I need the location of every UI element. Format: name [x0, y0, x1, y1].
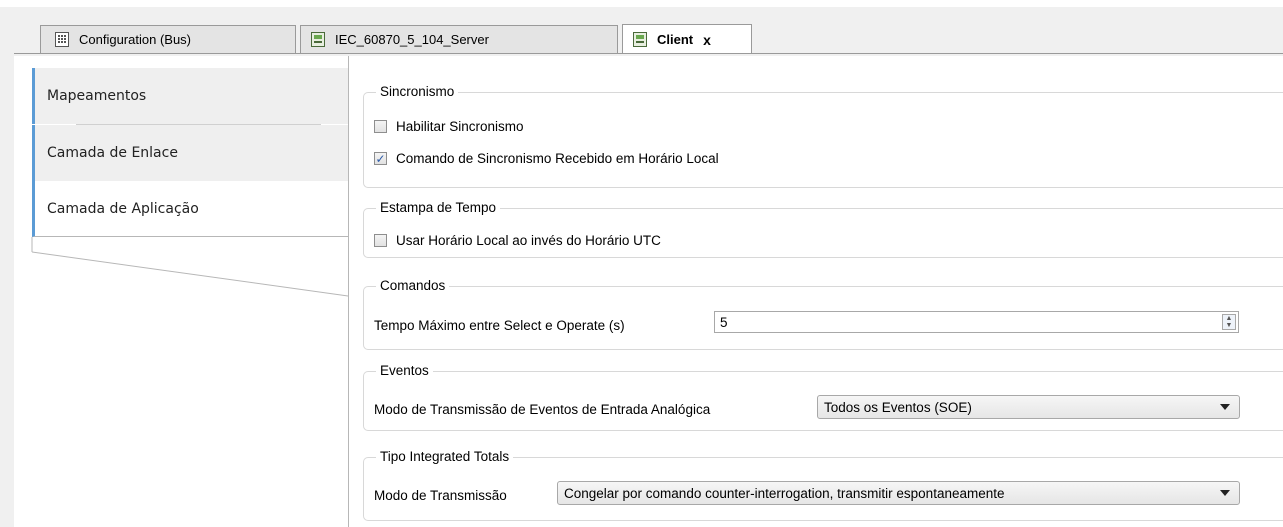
modo-transmissao-select[interactable]: Congelar por comando counter-interrogati… [557, 481, 1240, 505]
select-value: Congelar por comando counter-interrogati… [564, 485, 1005, 501]
checkbox-label: Habilitar Sincronismo [396, 119, 524, 134]
tab-client[interactable]: Client x [622, 24, 752, 54]
select-value: Todos os Eventos (SOE) [824, 399, 972, 415]
group-title: Comandos [376, 278, 450, 293]
tab-iec-server[interactable]: IEC_60870_5_104_Server [300, 25, 618, 53]
group-title: Tipo Integrated Totals [376, 449, 514, 464]
tab-divider [14, 53, 1283, 54]
spinner-value: 5 [720, 314, 728, 330]
tab-label: Configuration (Bus) [79, 32, 191, 47]
device-icon [633, 32, 647, 47]
group-integrated-totals: Tipo Integrated Totals Modo de Transmiss… [363, 449, 1283, 521]
chevron-down-icon [1220, 490, 1230, 496]
habilitar-sincronismo-checkbox[interactable] [374, 120, 387, 133]
checkbox-label: Usar Horário Local ao invés do Horário U… [396, 233, 661, 248]
tabbar-top-strip [0, 0, 1283, 7]
sidebar-item-label: Camada de Aplicação [47, 200, 199, 217]
group-title: Eventos [376, 363, 433, 378]
device-icon [311, 32, 325, 47]
modo-transmissao-label: Modo de Transmissão [374, 488, 507, 503]
tab-label: IEC_60870_5_104_Server [335, 32, 489, 47]
sidebar-item-camada-enlace[interactable]: Camada de Enlace [32, 125, 349, 181]
tempo-maximo-spinner[interactable]: 5 ▲ ▼ [714, 311, 1239, 333]
spin-up-icon[interactable]: ▲ [1226, 315, 1233, 322]
group-title: Estampa de Tempo [376, 200, 501, 215]
group-sincronismo: Sincronismo Habilitar Sincronismo ✓ Coma… [363, 84, 1283, 188]
bus-config-icon [55, 32, 69, 47]
usar-horario-local-checkbox[interactable] [374, 234, 387, 247]
chevron-down-icon [1220, 404, 1230, 410]
comando-local-row: ✓ Comando de Sincronismo Recebido em Hor… [374, 151, 719, 166]
settings-panel: Sincronismo Habilitar Sincronismo ✓ Coma… [349, 56, 1283, 527]
group-eventos: Eventos Modo de Transmissão de Eventos d… [363, 363, 1283, 431]
sidebar-item-label: Mapeamentos [47, 88, 147, 104]
group-title: Sincronismo [376, 84, 459, 99]
sidebar-item-label: Camada de Enlace [47, 145, 178, 161]
usar-horario-local-row: Usar Horário Local ao invés do Horário U… [374, 233, 661, 248]
group-estampa-tempo: Estampa de Tempo Usar Horário Local ao i… [363, 200, 1283, 258]
comando-local-checkbox[interactable]: ✓ [374, 152, 387, 165]
modo-eventos-label: Modo de Transmissão de Eventos de Entrad… [374, 402, 711, 417]
tab-label: Client [657, 32, 694, 47]
close-icon[interactable]: x [703, 32, 711, 48]
habilitar-sincronismo-row: Habilitar Sincronismo [374, 119, 524, 134]
group-comandos: Comandos Tempo Máximo entre Select e Ope… [363, 278, 1283, 350]
checkbox-label: Comando de Sincronismo Recebido em Horár… [396, 151, 719, 166]
sidebar-item-camada-aplicacao[interactable]: Camada de Aplicação [32, 181, 349, 237]
editor-tab-bar: Configuration (Bus) IEC_60870_5_104_Serv… [0, 0, 1283, 56]
spinner-arrows[interactable]: ▲ ▼ [1222, 314, 1236, 330]
tempo-maximo-label: Tempo Máximo entre Select e Operate (s) [374, 318, 625, 333]
sidebar-item-mapeamentos[interactable]: Mapeamentos [32, 68, 349, 124]
modo-eventos-select[interactable]: Todos os Eventos (SOE) [817, 395, 1240, 419]
sidebar: Mapeamentos Camada de Enlace Camada de A… [14, 56, 349, 527]
spin-down-icon[interactable]: ▼ [1226, 322, 1233, 329]
tab-configuration-bus[interactable]: Configuration (Bus) [40, 25, 296, 53]
sidebar-selection-connector [31, 237, 349, 297]
